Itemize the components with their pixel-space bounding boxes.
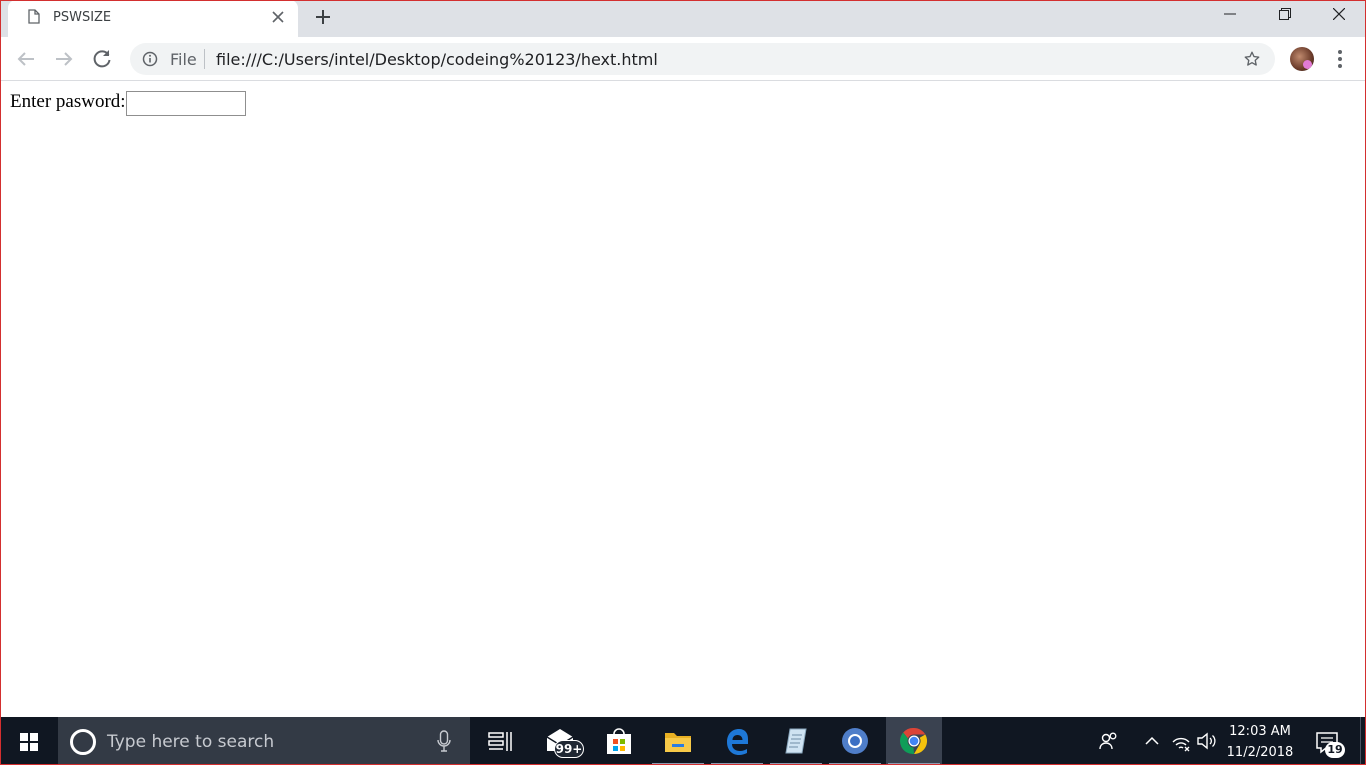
chromium-logo-icon xyxy=(842,728,868,754)
document-icon xyxy=(28,9,40,24)
new-tab-button[interactable] xyxy=(313,7,333,27)
info-icon[interactable] xyxy=(142,51,158,67)
divider xyxy=(204,49,205,69)
page-content: Enter pasword: xyxy=(1,81,1365,717)
chevron-up-icon[interactable] xyxy=(1141,730,1163,752)
microphone-icon[interactable] xyxy=(437,730,451,752)
taskbar-file-explorer[interactable] xyxy=(650,717,706,765)
close-tab-icon[interactable] xyxy=(270,9,286,25)
taskbar-clock[interactable]: 12:03 AM 11/2/2018 xyxy=(1220,721,1300,763)
back-arrow-icon[interactable] xyxy=(14,47,38,71)
taskbar-chromium-app[interactable] xyxy=(827,717,883,765)
taskbar-store-app[interactable] xyxy=(591,717,647,765)
url-text[interactable]: file:///C:/Users/intel/Desktop/codeing%2… xyxy=(216,50,658,69)
tab-strip: PSWSIZE xyxy=(0,0,1366,37)
task-view-icon xyxy=(488,732,512,751)
windows-logo-icon xyxy=(20,733,38,751)
close-icon xyxy=(1333,8,1345,20)
people-icon[interactable] xyxy=(1098,730,1120,752)
close-window-button[interactable] xyxy=(1312,0,1366,30)
taskbar-mail-app[interactable]: 99+ xyxy=(532,717,588,765)
taskbar-search-box[interactable]: Type here to search xyxy=(58,717,470,765)
start-button[interactable] xyxy=(0,717,57,765)
tab-title: PSWSIZE xyxy=(53,10,112,25)
windows-taskbar: Type here to search 99+ 12:03 AM 11/2/20… xyxy=(0,717,1366,765)
mail-badge: 99+ xyxy=(554,740,584,758)
notification-count-badge: 19 xyxy=(1325,742,1345,758)
password-label: Enter pasword: xyxy=(10,91,126,112)
search-placeholder: Type here to search xyxy=(107,732,275,752)
address-bar[interactable]: File file:///C:/Users/intel/Desktop/code… xyxy=(130,43,1275,75)
browser-tab[interactable]: PSWSIZE xyxy=(8,0,298,37)
task-view-button[interactable] xyxy=(472,717,528,765)
chrome-logo-icon xyxy=(900,727,928,755)
taskbar-chrome-app[interactable] xyxy=(886,717,942,765)
kebab-menu-icon[interactable] xyxy=(1330,48,1350,70)
edge-logo-icon xyxy=(727,729,748,755)
password-input[interactable] xyxy=(126,91,246,116)
taskbar-notepad-app[interactable] xyxy=(768,717,824,765)
profile-avatar[interactable] xyxy=(1290,47,1314,71)
store-bag-icon xyxy=(607,728,631,754)
show-desktop-button[interactable] xyxy=(1360,717,1366,765)
scheme-chip: File xyxy=(170,50,197,69)
reload-icon[interactable] xyxy=(90,47,114,71)
volume-icon[interactable] xyxy=(1195,730,1217,752)
forward-arrow-icon[interactable] xyxy=(52,47,76,71)
browser-toolbar: File file:///C:/Users/intel/Desktop/code… xyxy=(0,37,1366,81)
restore-icon xyxy=(1279,8,1291,20)
taskbar-edge-browser[interactable] xyxy=(709,717,765,765)
bookmark-star-icon[interactable] xyxy=(1243,50,1261,68)
cortana-icon xyxy=(70,729,96,755)
minimize-button[interactable] xyxy=(1203,0,1257,30)
minimize-icon xyxy=(1224,13,1236,15)
clock-date: 11/2/2018 xyxy=(1226,745,1294,760)
notepad-icon xyxy=(785,728,807,754)
folder-icon xyxy=(665,733,691,752)
wifi-icon[interactable] xyxy=(1170,730,1192,752)
clock-time: 12:03 AM xyxy=(1229,724,1291,739)
restore-button[interactable] xyxy=(1258,0,1312,30)
